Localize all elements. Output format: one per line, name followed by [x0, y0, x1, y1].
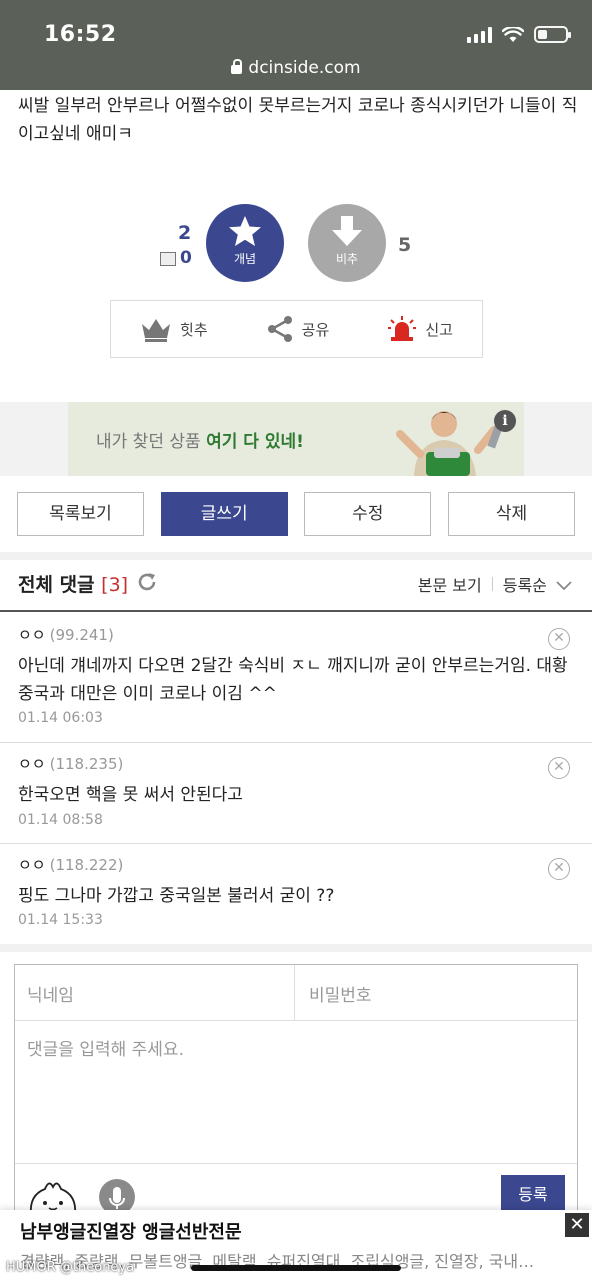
hit-recommend-button[interactable]: 힛추 [140, 316, 208, 342]
ad-banner[interactable]: 내가 찾던 상품 여기 다 있네! i [68, 402, 524, 476]
comment-author: ㅇㅇ (118.235) [18, 753, 123, 774]
wifi-icon [502, 26, 524, 42]
comment-date: 01.14 06:03 [18, 710, 103, 726]
comments-count: [3] [101, 574, 129, 596]
status-time: 16:52 [44, 22, 117, 47]
submit-comment-button[interactable]: 등록 [501, 1175, 565, 1215]
comment-author-name: ㅇㅇ [18, 626, 46, 644]
form-divider [15, 1020, 577, 1021]
ad-text-normal: 내가 찾던 상품 [96, 432, 207, 452]
comment-date: 01.14 08:58 [18, 812, 103, 828]
comment-delete-icon[interactable]: ✕ [548, 757, 570, 779]
comment-author-ip: (99.241) [49, 626, 114, 644]
share-icon [267, 316, 292, 342]
comment-form: 닉네임 비밀번호 댓글을 입력해 주세요. 등록 [14, 964, 578, 1224]
downvote-button[interactable]: 비추 [308, 204, 386, 282]
cellular-signal-icon [467, 26, 492, 43]
comment-text: 한국오면 핵을 못 써서 안된다고 [18, 785, 243, 805]
comment-author: ㅇㅇ (118.222) [18, 854, 123, 875]
delete-button[interactable]: 삭제 [447, 492, 575, 536]
report-button[interactable]: 신고 [387, 315, 453, 343]
share-label: 공유 [301, 320, 330, 339]
comment-item: ㅇㅇ (118.222) ✕ 핑도 그나마 가깝고 중국일본 불러서 굳이 ?? … [0, 844, 592, 944]
section-divider [0, 944, 592, 952]
vote-area: 2 0 개념 비추 5 [0, 200, 592, 290]
ad-text-bold: 여기 다 있네! [206, 432, 304, 452]
view-body-link[interactable]: 본문 보기 [418, 572, 482, 596]
post-action-buttons: 목록보기 글쓰기 수정 삭제 [17, 492, 575, 536]
sub-actions-bar: 힛추 공유 신고 [110, 300, 483, 358]
crown-icon [142, 319, 171, 342]
ad-info-icon[interactable]: i [494, 410, 516, 432]
edit-button[interactable]: 수정 [304, 492, 432, 536]
comments-header: 전체 댓글 [3] 본문 보기 등록순 [0, 562, 592, 612]
fixed-upvote-icon [160, 252, 176, 266]
comment-author-name: ㅇㅇ [18, 856, 46, 874]
battery-icon [534, 26, 571, 43]
comment-delete-icon[interactable]: ✕ [548, 628, 570, 650]
comment-author-ip: (118.222) [49, 856, 124, 874]
comment-author-name: ㅇㅇ [18, 755, 46, 773]
arrow-down-icon [332, 216, 362, 246]
comment-text: 핑도 그나마 가깝고 중국일본 불러서 굳이 ?? [18, 886, 335, 906]
post-body: 씨발 일부러 안부르나 어쩔수없이 못부르는거지 코로나 종식시키던가 니들이 … [18, 96, 578, 144]
nickname-field[interactable]: 닉네임 [15, 965, 295, 1020]
ad-text: 내가 찾던 상품 여기 다 있네! [96, 427, 304, 452]
section-divider [0, 552, 592, 560]
comment-text: 아닌데 걔네까지 다오면 2달간 숙식비 ㅈㄴ 깨지니까 굳이 안부르는거임. … [18, 656, 568, 704]
watermark: HUMOR @theoneya [6, 1260, 135, 1275]
bottom-ad-title: 남부앵글진열장 앵글선반전문 [20, 1222, 242, 1243]
home-indicator [191, 1265, 401, 1271]
hit-recommend-label: 힛추 [180, 320, 208, 339]
downvote-count: 5 [398, 234, 412, 256]
report-label: 신고 [425, 320, 453, 339]
comments-title: 전체 댓글 [3] [18, 570, 128, 597]
browser-top-bar: 16:52 dcinside.com [0, 0, 592, 90]
sort-dropdown[interactable]: 등록순 [503, 572, 572, 596]
comment-author: ㅇㅇ (99.241) [18, 624, 114, 645]
refresh-icon[interactable] [136, 571, 158, 593]
star-icon [229, 216, 261, 246]
chevron-down-icon [556, 581, 572, 591]
system-icons [467, 26, 571, 43]
list-button[interactable]: 목록보기 [17, 492, 144, 536]
form-divider [15, 1163, 577, 1164]
fixed-upvote-count: 0 [180, 248, 192, 268]
comments-controls: 본문 보기 등록순 [418, 572, 572, 596]
upvote-button[interactable]: 개념 [206, 204, 284, 282]
url-text: dcinside.com [248, 58, 361, 78]
write-button[interactable]: 글쓰기 [160, 492, 288, 536]
share-button[interactable]: 공유 [266, 315, 330, 343]
sort-label: 등록순 [502, 576, 547, 595]
lock-icon [231, 59, 243, 74]
controls-divider [491, 577, 493, 591]
comment-date: 01.14 15:33 [18, 912, 103, 928]
downvote-label: 비추 [335, 252, 359, 266]
siren-icon [388, 316, 417, 341]
comment-author-ip: (118.235) [49, 755, 124, 773]
url-bar[interactable]: dcinside.com [0, 58, 592, 78]
comment-textarea[interactable]: 댓글을 입력해 주세요. [27, 1035, 184, 1060]
upvote-label: 개념 [233, 252, 257, 266]
close-icon[interactable]: ✕ [564, 1212, 590, 1238]
upvote-count: 2 [178, 222, 192, 244]
password-field[interactable]: 비밀번호 [295, 965, 577, 1020]
comment-item: ㅇㅇ (99.241) ✕ 아닌데 걔네까지 다오면 2달간 숙식비 ㅈㄴ 깨지니… [0, 614, 592, 743]
comments-title-text: 전체 댓글 [18, 574, 95, 596]
ad-band: 내가 찾던 상품 여기 다 있네! i [0, 402, 592, 476]
comment-item: ㅇㅇ (118.235) ✕ 한국오면 핵을 못 써서 안된다고 01.14 08… [0, 743, 592, 844]
comment-delete-icon[interactable]: ✕ [548, 858, 570, 880]
